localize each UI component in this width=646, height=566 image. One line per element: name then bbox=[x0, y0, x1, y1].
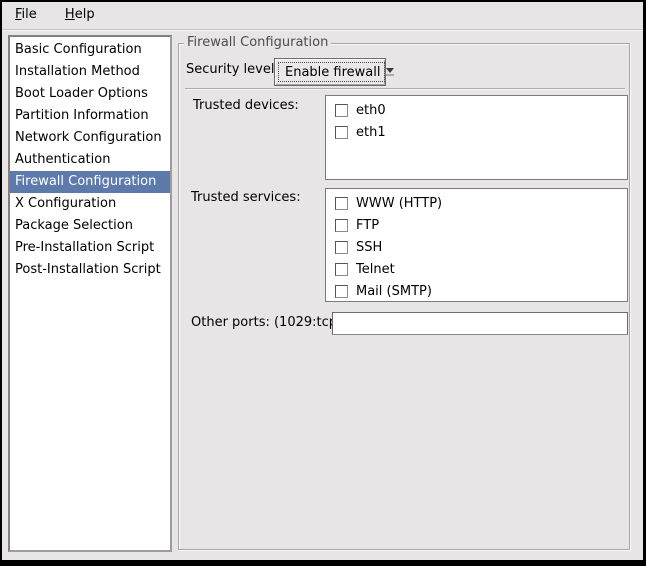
horizontal-separator bbox=[185, 88, 625, 90]
checkbox-label: eth0 bbox=[356, 103, 386, 118]
security-level-label: Security level: bbox=[186, 59, 279, 81]
service-row-telnet[interactable]: Telnet bbox=[326, 258, 627, 280]
sidebar-item-firewall-configuration[interactable]: Firewall Configuration bbox=[10, 171, 170, 193]
other-ports-label: Other ports: (1029:tcp) bbox=[191, 312, 342, 334]
trusted-devices-label: Trusted devices: bbox=[193, 95, 299, 117]
checkbox-mail-smtp[interactable] bbox=[335, 285, 348, 298]
checkbox-ftp[interactable] bbox=[335, 219, 348, 232]
security-level-dropdown[interactable]: Enable firewall bbox=[274, 58, 386, 86]
sidebar-item-partition-information[interactable]: Partition Information bbox=[10, 105, 170, 127]
security-level-value: Enable firewall bbox=[278, 62, 385, 82]
menu-bar: File Help bbox=[2, 2, 643, 29]
service-row-mail-smtp[interactable]: Mail (SMTP) bbox=[326, 280, 627, 302]
trusted-services-list: WWW (HTTP) FTP SSH Telnet Mail (SMTP) bbox=[325, 188, 628, 302]
service-row-ftp[interactable]: FTP bbox=[326, 214, 627, 236]
checkbox-telnet[interactable] bbox=[335, 263, 348, 276]
checkbox-label: FTP bbox=[356, 218, 379, 233]
device-row-eth0[interactable]: eth0 bbox=[326, 99, 627, 121]
firewall-configuration-frame: Firewall Configuration Security level: E… bbox=[178, 43, 630, 550]
sidebar-item-post-installation-script[interactable]: Post-Installation Script bbox=[10, 259, 170, 281]
sidebar-item-boot-loader-options[interactable]: Boot Loader Options bbox=[10, 83, 170, 105]
other-ports-input[interactable] bbox=[332, 312, 628, 335]
sidebar-item-installation-method[interactable]: Installation Method bbox=[10, 61, 170, 83]
checkbox-ssh[interactable] bbox=[335, 241, 348, 254]
sidebar-item-basic-configuration[interactable]: Basic Configuration bbox=[10, 39, 170, 61]
checkbox-label: SSH bbox=[356, 240, 382, 255]
window-content: File Help Basic Configuration Installati… bbox=[2, 2, 643, 560]
trusted-services-label: Trusted services: bbox=[191, 187, 301, 209]
device-row-eth1[interactable]: eth1 bbox=[326, 121, 627, 143]
checkbox-eth1[interactable] bbox=[335, 126, 348, 139]
sidebar-item-pre-installation-script[interactable]: Pre-Installation Script bbox=[10, 237, 170, 259]
checkbox-label: WWW (HTTP) bbox=[356, 196, 442, 211]
frame-title: Firewall Configuration bbox=[184, 35, 331, 51]
checkbox-www-http[interactable] bbox=[335, 197, 348, 210]
trusted-devices-list: eth0 eth1 bbox=[325, 95, 628, 180]
service-row-ssh[interactable]: SSH bbox=[326, 236, 627, 258]
sidebar-item-package-selection[interactable]: Package Selection bbox=[10, 215, 170, 237]
menubar-separator bbox=[2, 29, 643, 31]
sidebar-item-x-configuration[interactable]: X Configuration bbox=[10, 193, 170, 215]
checkbox-label: eth1 bbox=[356, 125, 386, 140]
checkbox-eth0[interactable] bbox=[335, 104, 348, 117]
sidebar-section-list: Basic Configuration Installation Method … bbox=[8, 35, 172, 552]
menu-file[interactable]: File bbox=[12, 2, 40, 28]
sidebar-item-authentication[interactable]: Authentication bbox=[10, 149, 170, 171]
checkbox-label: Telnet bbox=[356, 262, 395, 277]
sidebar-item-network-configuration[interactable]: Network Configuration bbox=[10, 127, 170, 149]
menu-help[interactable]: Help bbox=[62, 2, 98, 28]
service-row-www-http[interactable]: WWW (HTTP) bbox=[326, 192, 627, 214]
checkbox-label: Mail (SMTP) bbox=[356, 284, 432, 299]
dropdown-arrow-icon bbox=[386, 59, 394, 85]
